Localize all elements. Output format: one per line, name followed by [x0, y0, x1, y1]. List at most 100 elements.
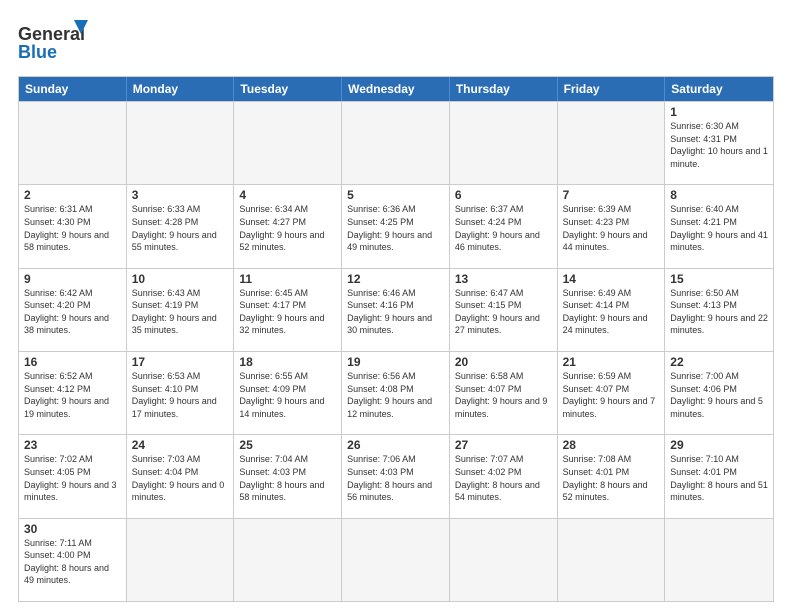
day-number: 29	[670, 438, 768, 452]
day-info: Sunrise: 7:03 AM Sunset: 4:04 PM Dayligh…	[132, 453, 229, 503]
cal-week-row: 9Sunrise: 6:42 AM Sunset: 4:20 PM Daylig…	[19, 268, 773, 351]
day-info: Sunrise: 6:36 AM Sunset: 4:25 PM Dayligh…	[347, 203, 444, 253]
cal-header-day: Monday	[127, 77, 235, 101]
cal-cell	[558, 519, 666, 601]
cal-cell: 21Sunrise: 6:59 AM Sunset: 4:07 PM Dayli…	[558, 352, 666, 434]
day-number: 9	[24, 272, 121, 286]
day-number: 5	[347, 188, 444, 202]
cal-cell	[665, 519, 773, 601]
cal-cell	[342, 519, 450, 601]
cal-cell: 5Sunrise: 6:36 AM Sunset: 4:25 PM Daylig…	[342, 185, 450, 267]
cal-cell	[234, 519, 342, 601]
day-info: Sunrise: 7:08 AM Sunset: 4:01 PM Dayligh…	[563, 453, 660, 503]
cal-week-row: 23Sunrise: 7:02 AM Sunset: 4:05 PM Dayli…	[19, 434, 773, 517]
cal-cell: 30Sunrise: 7:11 AM Sunset: 4:00 PM Dayli…	[19, 519, 127, 601]
day-info: Sunrise: 7:00 AM Sunset: 4:06 PM Dayligh…	[670, 370, 768, 420]
cal-cell: 10Sunrise: 6:43 AM Sunset: 4:19 PM Dayli…	[127, 269, 235, 351]
day-number: 26	[347, 438, 444, 452]
calendar-header: SundayMondayTuesdayWednesdayThursdayFrid…	[19, 77, 773, 101]
cal-cell: 2Sunrise: 6:31 AM Sunset: 4:30 PM Daylig…	[19, 185, 127, 267]
cal-cell: 9Sunrise: 6:42 AM Sunset: 4:20 PM Daylig…	[19, 269, 127, 351]
day-info: Sunrise: 7:11 AM Sunset: 4:00 PM Dayligh…	[24, 537, 121, 587]
cal-cell	[127, 102, 235, 184]
cal-cell: 26Sunrise: 7:06 AM Sunset: 4:03 PM Dayli…	[342, 435, 450, 517]
day-info: Sunrise: 6:56 AM Sunset: 4:08 PM Dayligh…	[347, 370, 444, 420]
day-info: Sunrise: 6:40 AM Sunset: 4:21 PM Dayligh…	[670, 203, 768, 253]
day-number: 10	[132, 272, 229, 286]
cal-cell: 29Sunrise: 7:10 AM Sunset: 4:01 PM Dayli…	[665, 435, 773, 517]
day-info: Sunrise: 6:58 AM Sunset: 4:07 PM Dayligh…	[455, 370, 552, 420]
day-info: Sunrise: 7:02 AM Sunset: 4:05 PM Dayligh…	[24, 453, 121, 503]
cal-header-day: Sunday	[19, 77, 127, 101]
day-number: 15	[670, 272, 768, 286]
day-number: 13	[455, 272, 552, 286]
cal-cell: 13Sunrise: 6:47 AM Sunset: 4:15 PM Dayli…	[450, 269, 558, 351]
cal-cell: 28Sunrise: 7:08 AM Sunset: 4:01 PM Dayli…	[558, 435, 666, 517]
cal-week-row: 16Sunrise: 6:52 AM Sunset: 4:12 PM Dayli…	[19, 351, 773, 434]
cal-header-day: Friday	[558, 77, 666, 101]
day-number: 25	[239, 438, 336, 452]
cal-cell: 7Sunrise: 6:39 AM Sunset: 4:23 PM Daylig…	[558, 185, 666, 267]
svg-text:Blue: Blue	[18, 42, 57, 62]
day-info: Sunrise: 6:34 AM Sunset: 4:27 PM Dayligh…	[239, 203, 336, 253]
logo: GeneralBlue	[18, 18, 88, 66]
day-number: 6	[455, 188, 552, 202]
cal-week-row: 1Sunrise: 6:30 AM Sunset: 4:31 PM Daylig…	[19, 101, 773, 184]
day-info: Sunrise: 6:52 AM Sunset: 4:12 PM Dayligh…	[24, 370, 121, 420]
cal-cell: 4Sunrise: 6:34 AM Sunset: 4:27 PM Daylig…	[234, 185, 342, 267]
header: GeneralBlue	[18, 18, 774, 66]
day-number: 1	[670, 105, 768, 119]
day-number: 30	[24, 522, 121, 536]
cal-cell: 12Sunrise: 6:46 AM Sunset: 4:16 PM Dayli…	[342, 269, 450, 351]
cal-cell: 19Sunrise: 6:56 AM Sunset: 4:08 PM Dayli…	[342, 352, 450, 434]
cal-cell	[19, 102, 127, 184]
cal-header-day: Wednesday	[342, 77, 450, 101]
day-number: 7	[563, 188, 660, 202]
day-info: Sunrise: 6:49 AM Sunset: 4:14 PM Dayligh…	[563, 287, 660, 337]
day-number: 23	[24, 438, 121, 452]
day-number: 20	[455, 355, 552, 369]
day-number: 16	[24, 355, 121, 369]
cal-week-row: 2Sunrise: 6:31 AM Sunset: 4:30 PM Daylig…	[19, 184, 773, 267]
day-info: Sunrise: 6:45 AM Sunset: 4:17 PM Dayligh…	[239, 287, 336, 337]
cal-cell: 11Sunrise: 6:45 AM Sunset: 4:17 PM Dayli…	[234, 269, 342, 351]
cal-cell	[450, 102, 558, 184]
generalblue-logo-icon: GeneralBlue	[18, 18, 88, 66]
day-number: 17	[132, 355, 229, 369]
svg-text:General: General	[18, 24, 85, 44]
day-number: 14	[563, 272, 660, 286]
day-info: Sunrise: 6:39 AM Sunset: 4:23 PM Dayligh…	[563, 203, 660, 253]
cal-header-day: Tuesday	[234, 77, 342, 101]
cal-cell: 20Sunrise: 6:58 AM Sunset: 4:07 PM Dayli…	[450, 352, 558, 434]
cal-cell: 16Sunrise: 6:52 AM Sunset: 4:12 PM Dayli…	[19, 352, 127, 434]
cal-cell	[234, 102, 342, 184]
cal-week-row: 30Sunrise: 7:11 AM Sunset: 4:00 PM Dayli…	[19, 518, 773, 601]
cal-header-day: Thursday	[450, 77, 558, 101]
cal-cell: 25Sunrise: 7:04 AM Sunset: 4:03 PM Dayli…	[234, 435, 342, 517]
day-number: 19	[347, 355, 444, 369]
day-number: 12	[347, 272, 444, 286]
day-number: 27	[455, 438, 552, 452]
cal-cell	[127, 519, 235, 601]
day-info: Sunrise: 6:50 AM Sunset: 4:13 PM Dayligh…	[670, 287, 768, 337]
cal-cell: 24Sunrise: 7:03 AM Sunset: 4:04 PM Dayli…	[127, 435, 235, 517]
day-info: Sunrise: 6:59 AM Sunset: 4:07 PM Dayligh…	[563, 370, 660, 420]
day-number: 8	[670, 188, 768, 202]
day-number: 18	[239, 355, 336, 369]
day-info: Sunrise: 6:47 AM Sunset: 4:15 PM Dayligh…	[455, 287, 552, 337]
cal-cell: 8Sunrise: 6:40 AM Sunset: 4:21 PM Daylig…	[665, 185, 773, 267]
cal-header-day: Saturday	[665, 77, 773, 101]
day-info: Sunrise: 7:06 AM Sunset: 4:03 PM Dayligh…	[347, 453, 444, 503]
cal-cell	[558, 102, 666, 184]
day-number: 28	[563, 438, 660, 452]
cal-cell: 23Sunrise: 7:02 AM Sunset: 4:05 PM Dayli…	[19, 435, 127, 517]
cal-cell: 22Sunrise: 7:00 AM Sunset: 4:06 PM Dayli…	[665, 352, 773, 434]
day-info: Sunrise: 6:53 AM Sunset: 4:10 PM Dayligh…	[132, 370, 229, 420]
day-number: 2	[24, 188, 121, 202]
cal-cell	[450, 519, 558, 601]
day-info: Sunrise: 6:30 AM Sunset: 4:31 PM Dayligh…	[670, 120, 768, 170]
cal-cell: 1Sunrise: 6:30 AM Sunset: 4:31 PM Daylig…	[665, 102, 773, 184]
day-info: Sunrise: 6:42 AM Sunset: 4:20 PM Dayligh…	[24, 287, 121, 337]
day-info: Sunrise: 7:10 AM Sunset: 4:01 PM Dayligh…	[670, 453, 768, 503]
day-info: Sunrise: 6:31 AM Sunset: 4:30 PM Dayligh…	[24, 203, 121, 253]
